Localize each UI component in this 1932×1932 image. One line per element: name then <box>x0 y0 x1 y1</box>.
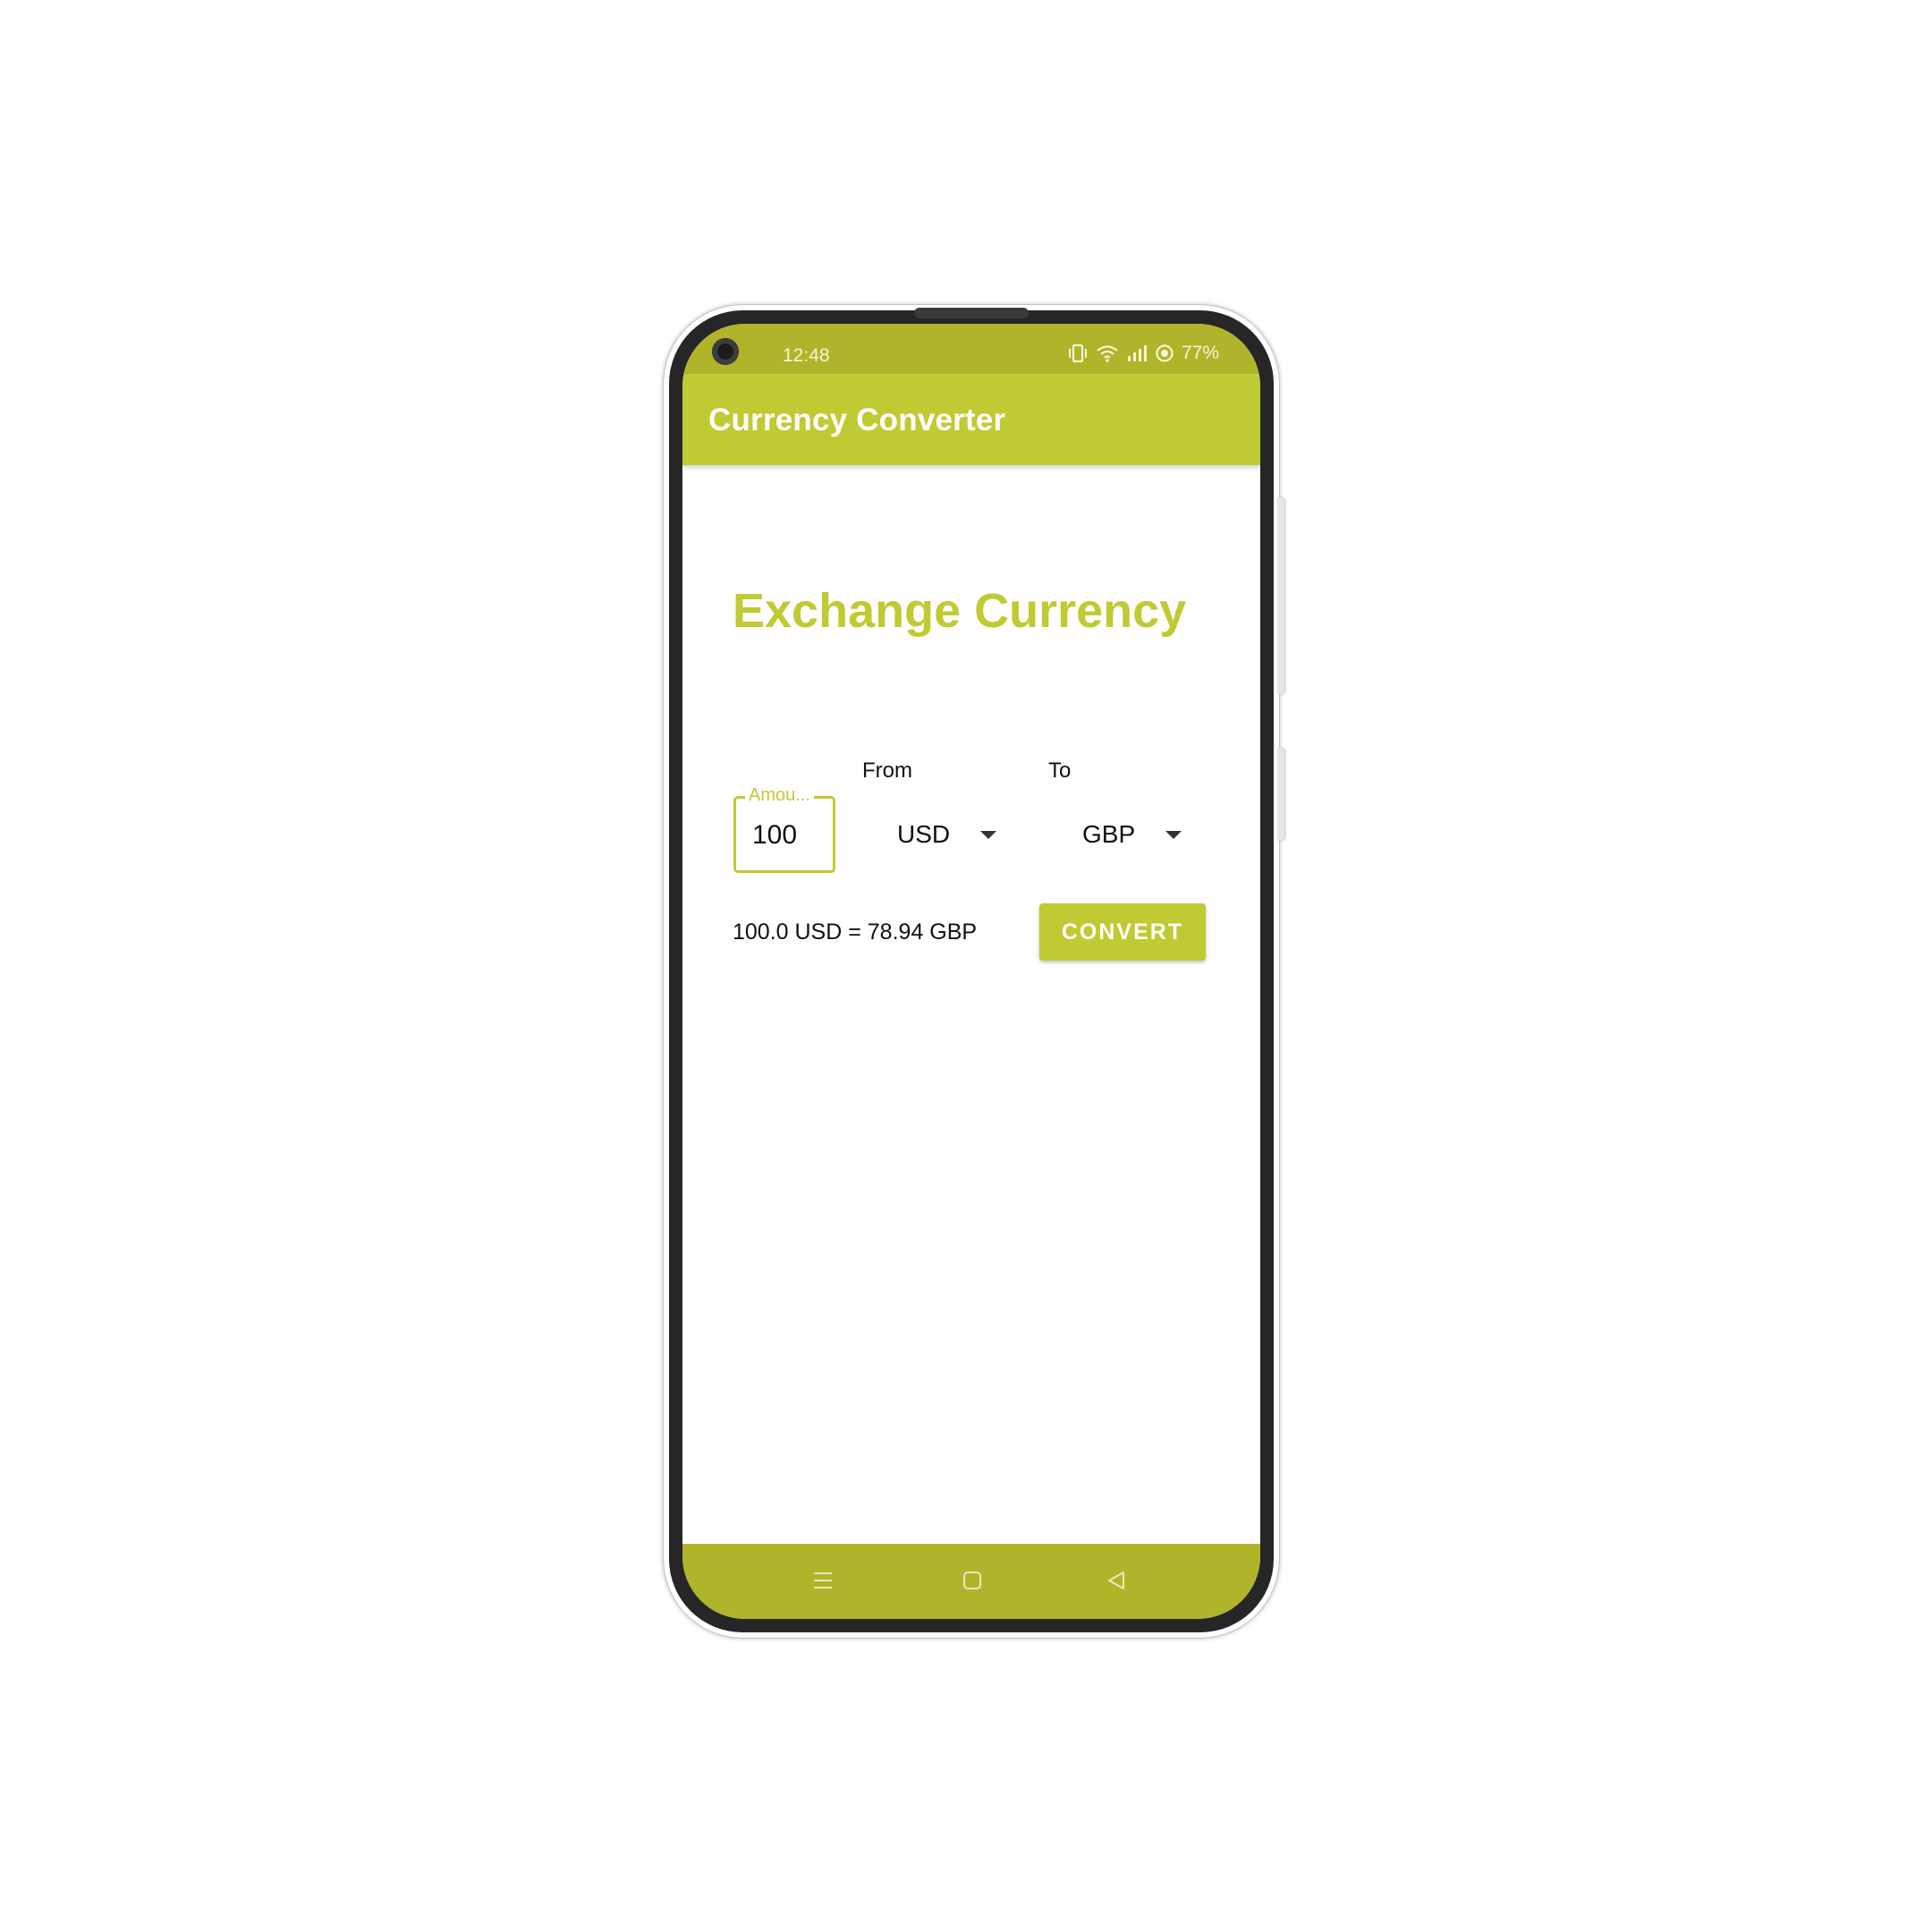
stage: 12:48 77% Currency Converter Exchange Cu… <box>0 0 1932 1932</box>
amount-value: 100 <box>752 820 798 850</box>
to-label: To <box>1048 758 1072 783</box>
convert-button[interactable]: CONVERT <box>1039 903 1206 961</box>
back-icon[interactable] <box>1106 1571 1126 1595</box>
amount-field-label: Amou... <box>745 785 814 806</box>
amount-input[interactable]: Amou... 100 <box>733 785 835 873</box>
from-currency-value: USD <box>897 820 951 848</box>
vibrate-icon <box>1067 343 1089 363</box>
conversion-result: 100.0 USD = 78.94 GBP <box>733 919 978 945</box>
app-bar: Currency Converter <box>682 374 1260 465</box>
from-currency-dropdown[interactable]: USD <box>897 812 997 857</box>
battery-percent: 77% <box>1181 343 1219 363</box>
home-icon[interactable] <box>962 1571 982 1595</box>
page-heading: Exchange Currency <box>733 584 1187 638</box>
status-time: 12:48 <box>783 345 830 366</box>
power-button <box>1277 748 1284 841</box>
recents-icon[interactable] <box>812 1571 834 1595</box>
wifi-icon <box>1096 343 1119 363</box>
navigation-bar <box>682 1544 1260 1619</box>
to-currency-value: GBP <box>1082 820 1136 848</box>
status-bar: 12:48 77% <box>682 324 1260 374</box>
earpiece <box>914 308 1029 318</box>
camera-icon <box>712 338 739 365</box>
signal-icon <box>1126 343 1148 363</box>
dropdown-arrow-icon <box>1165 830 1182 839</box>
status-icons: 77% <box>1067 343 1219 364</box>
screen: 12:48 77% Currency Converter Exchange Cu… <box>682 324 1260 1619</box>
app-title: Currency Converter <box>708 402 1006 437</box>
volume-button <box>1277 497 1284 694</box>
dropdown-arrow-icon <box>980 830 997 839</box>
from-label: From <box>862 758 912 783</box>
to-currency-dropdown[interactable]: GBP <box>1082 812 1182 857</box>
data-saver-icon <box>1155 343 1174 363</box>
